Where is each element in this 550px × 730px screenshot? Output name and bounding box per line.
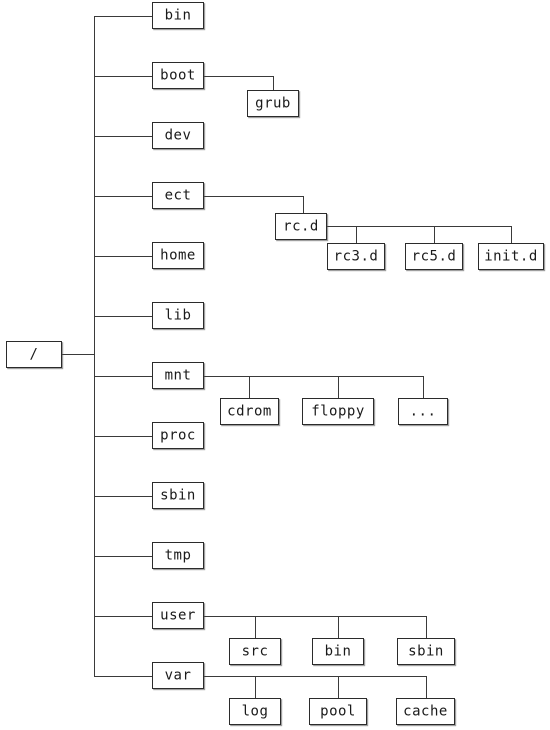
node-sbin[interactable]: sbin — [152, 482, 204, 509]
edge-trunk-home — [94, 256, 152, 257]
node-rc5d[interactable]: rc5.d — [405, 243, 463, 270]
node-sbin-label: sbin — [160, 487, 196, 503]
edge-trunk-dev — [94, 136, 152, 137]
node-tmp[interactable]: tmp — [152, 542, 204, 569]
node-rcd[interactable]: rc.d — [275, 213, 327, 240]
node-user-bin-label: bin — [324, 643, 352, 659]
edge-user-sbin — [426, 616, 427, 638]
node-cdrom[interactable]: cdrom — [220, 398, 279, 425]
node-rc5d-label: rc5.d — [411, 248, 457, 264]
node-user-label: user — [160, 607, 196, 623]
edge-trunk-bin — [94, 16, 152, 17]
edge-mnt-floppy — [338, 376, 339, 398]
edge-trunk-proc — [94, 436, 152, 437]
node-mnt[interactable]: mnt — [152, 362, 204, 389]
node-root[interactable]: / — [6, 341, 62, 368]
edge-mnt-more — [423, 376, 424, 398]
node-user-sbin[interactable]: sbin — [397, 638, 455, 665]
edge-user-src — [255, 616, 256, 638]
node-user-src[interactable]: src — [229, 638, 281, 665]
node-home[interactable]: home — [152, 242, 204, 269]
node-floppy-label: floppy — [311, 403, 365, 419]
node-var-cache-label: cache — [403, 703, 448, 719]
edge-mnt-children-bus — [204, 376, 423, 377]
node-dev[interactable]: dev — [152, 122, 204, 149]
edge-boot-grub-vertical — [273, 76, 274, 90]
edge-trunk-var — [94, 676, 152, 677]
edge-ect-rcd-vertical — [303, 196, 304, 213]
node-mnt-ellipsis[interactable]: ... — [398, 398, 448, 425]
node-user-src-label: src — [241, 643, 269, 659]
edge-trunk-sbin — [94, 496, 152, 497]
edge-var-cache — [426, 676, 427, 698]
node-var-pool[interactable]: pool — [309, 698, 367, 725]
edge-trunk-mnt — [94, 376, 152, 377]
node-rcd-label: rc.d — [283, 218, 319, 234]
node-user-bin[interactable]: bin — [312, 638, 364, 665]
node-mnt-ellipsis-label: ... — [409, 403, 437, 419]
node-var-log-label: log — [241, 703, 269, 719]
node-grub-label: grub — [255, 95, 291, 111]
node-ect-label: ect — [164, 187, 192, 203]
node-home-label: home — [160, 247, 196, 263]
node-tmp-label: tmp — [164, 547, 192, 563]
edge-rcd-children-bus — [327, 226, 512, 227]
node-bin[interactable]: bin — [152, 2, 204, 29]
node-user[interactable]: user — [152, 602, 204, 629]
node-proc-label: proc — [160, 427, 196, 443]
node-boot-label: boot — [160, 67, 196, 83]
edge-trunk-tmp — [94, 556, 152, 557]
node-dev-label: dev — [164, 127, 192, 143]
node-var-cache[interactable]: cache — [396, 698, 455, 725]
node-cdrom-label: cdrom — [227, 403, 272, 419]
edge-user-bin — [338, 616, 339, 638]
node-ect[interactable]: ect — [152, 182, 204, 209]
filesystem-tree-diagram: / bin boot grub dev ect rc.d rc3.d rc5.d… — [0, 0, 550, 730]
edge-trunk-lib — [94, 316, 152, 317]
edge-root-to-trunk — [62, 354, 95, 355]
node-boot[interactable]: boot — [152, 62, 204, 89]
node-rc3d-label: rc3.d — [333, 248, 379, 264]
node-lib[interactable]: lib — [152, 302, 204, 329]
node-grub[interactable]: grub — [247, 90, 299, 117]
edge-boot-grub-horizontal — [204, 76, 273, 77]
edge-rcd-rc5d — [434, 226, 435, 243]
node-mnt-label: mnt — [164, 367, 192, 383]
node-var-pool-label: pool — [320, 703, 356, 719]
node-root-label: / — [29, 346, 39, 362]
edge-mnt-cdrom — [249, 376, 250, 398]
edge-rcd-initd — [511, 226, 512, 243]
node-var[interactable]: var — [152, 662, 204, 689]
node-var-label: var — [164, 667, 192, 683]
edge-main-trunk — [94, 16, 95, 677]
node-lib-label: lib — [164, 307, 192, 323]
edge-var-pool — [338, 676, 339, 698]
edge-var-log — [255, 676, 256, 698]
edge-var-children-bus — [204, 676, 426, 677]
node-bin-label: bin — [164, 7, 192, 23]
node-user-sbin-label: sbin — [408, 643, 444, 659]
node-initd[interactable]: init.d — [478, 243, 544, 270]
edge-trunk-user — [94, 616, 152, 617]
edge-rcd-rc3d — [356, 226, 357, 243]
node-proc[interactable]: proc — [152, 422, 204, 449]
node-initd-label: init.d — [484, 248, 538, 264]
node-rc3d[interactable]: rc3.d — [327, 243, 385, 270]
edge-trunk-boot — [94, 76, 152, 77]
edge-user-children-bus — [204, 616, 426, 617]
node-var-log[interactable]: log — [229, 698, 281, 725]
node-floppy[interactable]: floppy — [302, 398, 374, 425]
edge-trunk-ect — [94, 196, 152, 197]
edge-ect-rcd-horizontal — [204, 196, 303, 197]
